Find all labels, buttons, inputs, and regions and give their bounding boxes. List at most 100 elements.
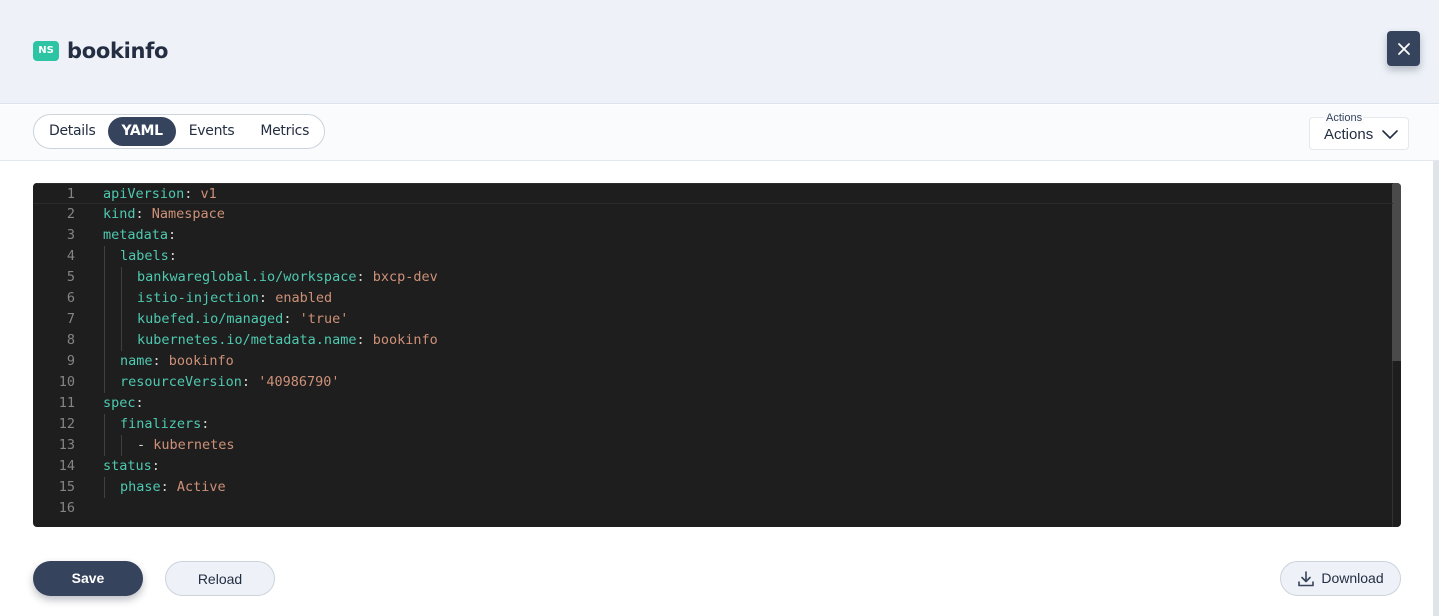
yaml-value: kubernetes: [153, 437, 235, 453]
yaml-separator: :: [184, 186, 201, 202]
indent-guide: [104, 330, 105, 351]
yaml-key: name: [120, 353, 153, 369]
namespace-badge: NS: [33, 41, 59, 61]
line-number: 8: [66, 332, 75, 348]
code-text: apiVersion: v1: [103, 184, 217, 205]
code-text: name: bookinfo: [120, 351, 234, 372]
editor-scrollbar[interactable]: [1392, 183, 1401, 361]
code-line[interactable]: 12 finalizers:: [33, 414, 1393, 435]
yaml-key: bankwareglobal.io/workspace: [137, 269, 357, 285]
line-number: 15: [58, 479, 75, 495]
code-text: status:: [103, 456, 160, 477]
code-text: bankwareglobal.io/workspace: bxcp-dev: [137, 267, 438, 288]
yaml-value: Namespace: [151, 206, 225, 222]
yaml-value: bookinfo: [168, 353, 234, 369]
code-line[interactable]: 15 phase: Active: [33, 477, 1393, 498]
line-number: 12: [58, 416, 75, 432]
yaml-key: phase: [120, 479, 161, 495]
close-button[interactable]: [1387, 31, 1420, 66]
code-line[interactable]: 16: [33, 498, 1393, 519]
code-text: labels:: [120, 246, 177, 267]
indent-guide: [104, 246, 105, 267]
yaml-key: labels: [120, 248, 169, 264]
yaml-separator: :: [168, 248, 177, 264]
code-line[interactable]: 6 istio-injection: enabled: [33, 288, 1393, 309]
yaml-separator: :: [151, 458, 160, 474]
indent-guide: [121, 309, 122, 330]
code-line[interactable]: 2 kind: Namespace: [33, 204, 1393, 225]
save-button[interactable]: Save: [33, 561, 143, 596]
code-line[interactable]: 4 labels:: [33, 246, 1393, 267]
code-line[interactable]: 10 resourceVersion: '40986790': [33, 372, 1393, 393]
indent-guide: [104, 435, 105, 456]
code-line[interactable]: 11 spec:: [33, 393, 1393, 414]
code-line[interactable]: 13 - kubernetes: [33, 435, 1393, 456]
line-number: 9: [66, 353, 75, 369]
yaml-value: enabled: [275, 290, 333, 306]
yaml-separator: :: [152, 353, 169, 369]
code-line[interactable]: 1 apiVersion: v1: [33, 183, 1393, 204]
line-number: 7: [66, 311, 75, 327]
close-icon: [1397, 42, 1410, 55]
tab-events[interactable]: Events: [176, 117, 248, 146]
line-number: 10: [58, 374, 75, 390]
page-title: bookinfo: [67, 39, 169, 63]
download-icon: [1298, 570, 1315, 586]
code-line[interactable]: 8 kubernetes.io/metadata.name: bookinfo: [33, 330, 1393, 351]
line-number: 13: [58, 437, 75, 453]
line-number: 1: [66, 186, 75, 202]
code-text: phase: Active: [120, 477, 226, 498]
code-text: spec:: [103, 393, 144, 414]
code-line[interactable]: 7 kubefed.io/managed: 'true': [33, 309, 1393, 330]
download-label: Download: [1321, 570, 1384, 586]
code-line[interactable]: 9 name: bookinfo: [33, 351, 1393, 372]
indent-guide: [104, 477, 105, 498]
chevron-down-icon: [1382, 130, 1398, 139]
yaml-value: 'true': [299, 311, 349, 327]
yaml-separator: :: [241, 374, 259, 390]
indent-guide: [104, 267, 105, 288]
download-button[interactable]: Download: [1280, 561, 1401, 596]
tab-yaml[interactable]: YAML: [108, 117, 176, 146]
yaml-value: v1: [200, 186, 217, 202]
yaml-key: status: [103, 458, 152, 474]
yaml-separator: :: [168, 227, 177, 243]
line-number: 4: [66, 248, 75, 264]
actions-label: Actions: [1324, 126, 1374, 143]
yaml-separator: :: [135, 206, 152, 222]
yaml-value: Active: [176, 479, 226, 495]
line-number: 14: [58, 458, 75, 474]
yaml-key: istio-injection: [137, 290, 259, 306]
indent-guide: [104, 414, 105, 435]
tab-group: Details YAML Events Metrics: [33, 114, 326, 149]
yaml-key: resourceVersion: [120, 374, 242, 390]
reload-button[interactable]: Reload: [165, 561, 275, 596]
code-line[interactable]: 5 bankwareglobal.io/workspace: bxcp-dev: [33, 267, 1393, 288]
yaml-editor[interactable]: 1 apiVersion: v1 2 kind: Namespace 3 metadata…: [33, 183, 1401, 527]
indent-guide: [121, 435, 122, 456]
yaml-separator: :: [201, 416, 210, 432]
indent-guide: [121, 288, 122, 309]
modal-header: NS bookinfo: [0, 0, 1439, 104]
yaml-separator: :: [135, 395, 144, 411]
line-number: 11: [58, 395, 75, 411]
yaml-key: metadata: [103, 227, 169, 243]
actions-caption: Actions: [1324, 112, 1365, 124]
code-line[interactable]: 14 status:: [33, 456, 1393, 477]
page-scrollbar[interactable]: [1433, 161, 1439, 616]
code-text: kubernetes.io/metadata.name: bookinfo: [137, 330, 438, 351]
line-number: 16: [58, 500, 75, 516]
yaml-value: bookinfo: [372, 332, 438, 348]
code-text: - kubernetes: [137, 435, 235, 456]
indent-guide: [104, 372, 105, 393]
code-text: istio-injection: enabled: [137, 288, 332, 309]
code-text: kubefed.io/managed: 'true': [137, 309, 348, 330]
code-line[interactable]: 3 metadata:: [33, 225, 1393, 246]
tab-metrics[interactable]: Metrics: [247, 117, 322, 146]
indent-guide: [104, 351, 105, 372]
indent-guide: [121, 267, 122, 288]
actions-dropdown[interactable]: Actions Actions: [1309, 112, 1409, 150]
yaml-key: finalizers: [120, 416, 202, 432]
code-text: finalizers:: [120, 414, 209, 435]
tab-details[interactable]: Details: [36, 117, 108, 146]
